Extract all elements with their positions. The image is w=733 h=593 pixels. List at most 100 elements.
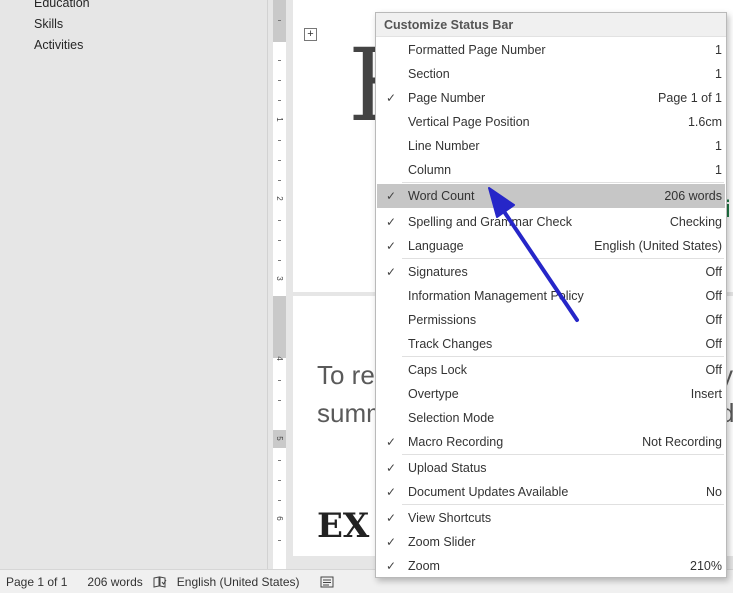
- ruler-tick: [278, 220, 281, 221]
- nav-heading-list: Education Skills Activities: [34, 0, 90, 56]
- menu-item-label: Formatted Page Number: [408, 43, 546, 57]
- menu-item-value: 1.6cm: [687, 115, 722, 129]
- vertical-ruler[interactable]: 1 2 3 4 5 6: [273, 0, 286, 569]
- ruler-tick: [278, 160, 281, 161]
- menu-item-label: Permissions: [408, 313, 477, 327]
- ruler-tick: [278, 400, 281, 401]
- menu-separator: [402, 258, 724, 259]
- menu-item-page-number[interactable]: ✓ Page Number Page 1 of 1: [377, 86, 725, 110]
- ruler-number: 1: [275, 117, 284, 122]
- nav-heading-education[interactable]: Education: [34, 0, 90, 14]
- menu-item-value: Not Recording: [642, 435, 722, 449]
- checkmark-icon: ✓: [385, 485, 397, 499]
- customize-status-bar-menu[interactable]: Customize Status Bar Formatted Page Numb…: [375, 12, 727, 578]
- menu-item-label: Word Count: [408, 189, 475, 203]
- ruler-tick: [278, 260, 281, 261]
- menu-item-value: 210%: [690, 559, 722, 573]
- menu-item-label: Upload Status: [408, 461, 487, 475]
- menu-item-document-updates-available[interactable]: ✓ Document Updates Available No: [377, 480, 725, 504]
- menu-item-value: Off: [705, 265, 722, 279]
- ruler-tick: [278, 540, 281, 541]
- menu-item-label: Zoom Slider: [408, 535, 476, 549]
- menu-item-formatted-page-number[interactable]: Formatted Page Number 1: [377, 38, 725, 62]
- checkmark-icon: ✓: [385, 189, 397, 203]
- ruler-number: 5: [275, 436, 284, 441]
- menu-item-section[interactable]: Section 1: [377, 62, 725, 86]
- menu-item-line-number[interactable]: Line Number 1: [377, 134, 725, 158]
- menu-item-value: No: [706, 485, 722, 499]
- menu-item-label: Macro Recording: [408, 435, 504, 449]
- menu-item-overtype[interactable]: Overtype Insert: [377, 382, 725, 406]
- menu-separator: [402, 454, 724, 455]
- nav-heading-activities[interactable]: Activities: [34, 35, 90, 56]
- menu-item-value: Insert: [690, 387, 722, 401]
- ruler-tick: [278, 100, 281, 101]
- checkmark-icon: ✓: [385, 435, 397, 449]
- menu-item-zoom-slider[interactable]: ✓ Zoom Slider: [377, 530, 725, 554]
- menu-item-label: Document Updates Available: [408, 485, 569, 499]
- ruler-number: 2: [275, 196, 284, 201]
- menu-separator: [402, 504, 724, 505]
- menu-item-label: Caps Lock: [408, 363, 468, 377]
- menu-item-macro-recording[interactable]: ✓ Macro Recording Not Recording: [377, 430, 725, 454]
- menu-item-value: Off: [705, 363, 722, 377]
- menu-item-value: English (United States): [594, 239, 722, 253]
- menu-item-value: 1: [715, 67, 722, 81]
- experience-heading-fragment: EX: [317, 506, 370, 546]
- menu-item-selection-mode[interactable]: Selection Mode: [377, 406, 725, 430]
- menu-item-value: 1: [715, 43, 722, 57]
- checkmark-icon: ✓: [385, 461, 397, 475]
- ruler-tick: [278, 180, 281, 181]
- navigation-pane: Education Skills Activities: [0, 0, 268, 569]
- menu-item-value: Checking: [669, 215, 722, 229]
- checkmark-icon: ✓: [385, 559, 397, 573]
- menu-item-word-count[interactable]: ✓ Word Count 206 words: [377, 184, 725, 208]
- ruler-margin-shade: [273, 296, 286, 358]
- menu-item-information-management-policy[interactable]: Information Management Policy Off: [377, 284, 725, 308]
- menu-item-language[interactable]: ✓ Language English (United States): [377, 234, 725, 258]
- menu-item-track-changes[interactable]: Track Changes Off: [377, 332, 725, 356]
- summary-text-line: To re: [317, 360, 375, 390]
- menu-item-spelling-and-grammar-check[interactable]: ✓ Spelling and Grammar Check Checking: [377, 210, 725, 234]
- menu-title: Customize Status Bar: [376, 13, 726, 37]
- ruler-number: 3: [275, 276, 284, 281]
- menu-item-label: Zoom: [408, 559, 440, 573]
- checkmark-icon: ✓: [385, 511, 397, 525]
- menu-item-value: 206 words: [664, 189, 722, 203]
- menu-item-zoom[interactable]: ✓ Zoom 210%: [377, 554, 725, 578]
- read-mode-icon[interactable]: [320, 576, 334, 588]
- menu-item-value: Off: [705, 289, 722, 303]
- menu-separator: [402, 182, 724, 183]
- menu-item-label: Section: [408, 67, 450, 81]
- menu-item-value: Off: [705, 337, 722, 351]
- menu-item-value: Off: [705, 313, 722, 327]
- menu-item-view-shortcuts[interactable]: ✓ View Shortcuts: [377, 506, 725, 530]
- menu-item-label: Overtype: [408, 387, 459, 401]
- menu-item-permissions[interactable]: Permissions Off: [377, 308, 725, 332]
- menu-item-label: Track Changes: [408, 337, 493, 351]
- menu-item-label: Line Number: [408, 139, 480, 153]
- menu-separator: [402, 356, 724, 357]
- checkmark-icon: ✓: [385, 239, 397, 253]
- menu-item-column[interactable]: Column 1: [377, 158, 725, 182]
- menu-item-label: Language: [408, 239, 464, 253]
- status-word-count[interactable]: 206 words: [81, 575, 148, 589]
- menu-item-caps-lock[interactable]: Caps Lock Off: [377, 358, 725, 382]
- menu-item-upload-status[interactable]: ✓ Upload Status: [377, 456, 725, 480]
- ruler-tick: [278, 460, 281, 461]
- ruler-tick: [278, 80, 281, 81]
- checkmark-icon: ✓: [385, 265, 397, 279]
- status-page-number[interactable]: Page 1 of 1: [0, 575, 73, 589]
- checkmark-icon: ✓: [385, 535, 397, 549]
- menu-item-vertical-page-position[interactable]: Vertical Page Position 1.6cm: [377, 110, 725, 134]
- menu-item-signatures[interactable]: ✓ Signatures Off: [377, 260, 725, 284]
- nav-heading-skills[interactable]: Skills: [34, 14, 90, 35]
- ruler-tick: [278, 500, 281, 501]
- status-language[interactable]: English (United States): [171, 575, 306, 589]
- checkmark-icon: ✓: [385, 215, 397, 229]
- checkmark-icon: ✓: [385, 91, 397, 105]
- table-move-handle-icon[interactable]: +: [304, 28, 317, 41]
- menu-item-label: View Shortcuts: [408, 511, 492, 525]
- proofing-book-icon[interactable]: [153, 575, 167, 588]
- ruler-tick: [278, 240, 281, 241]
